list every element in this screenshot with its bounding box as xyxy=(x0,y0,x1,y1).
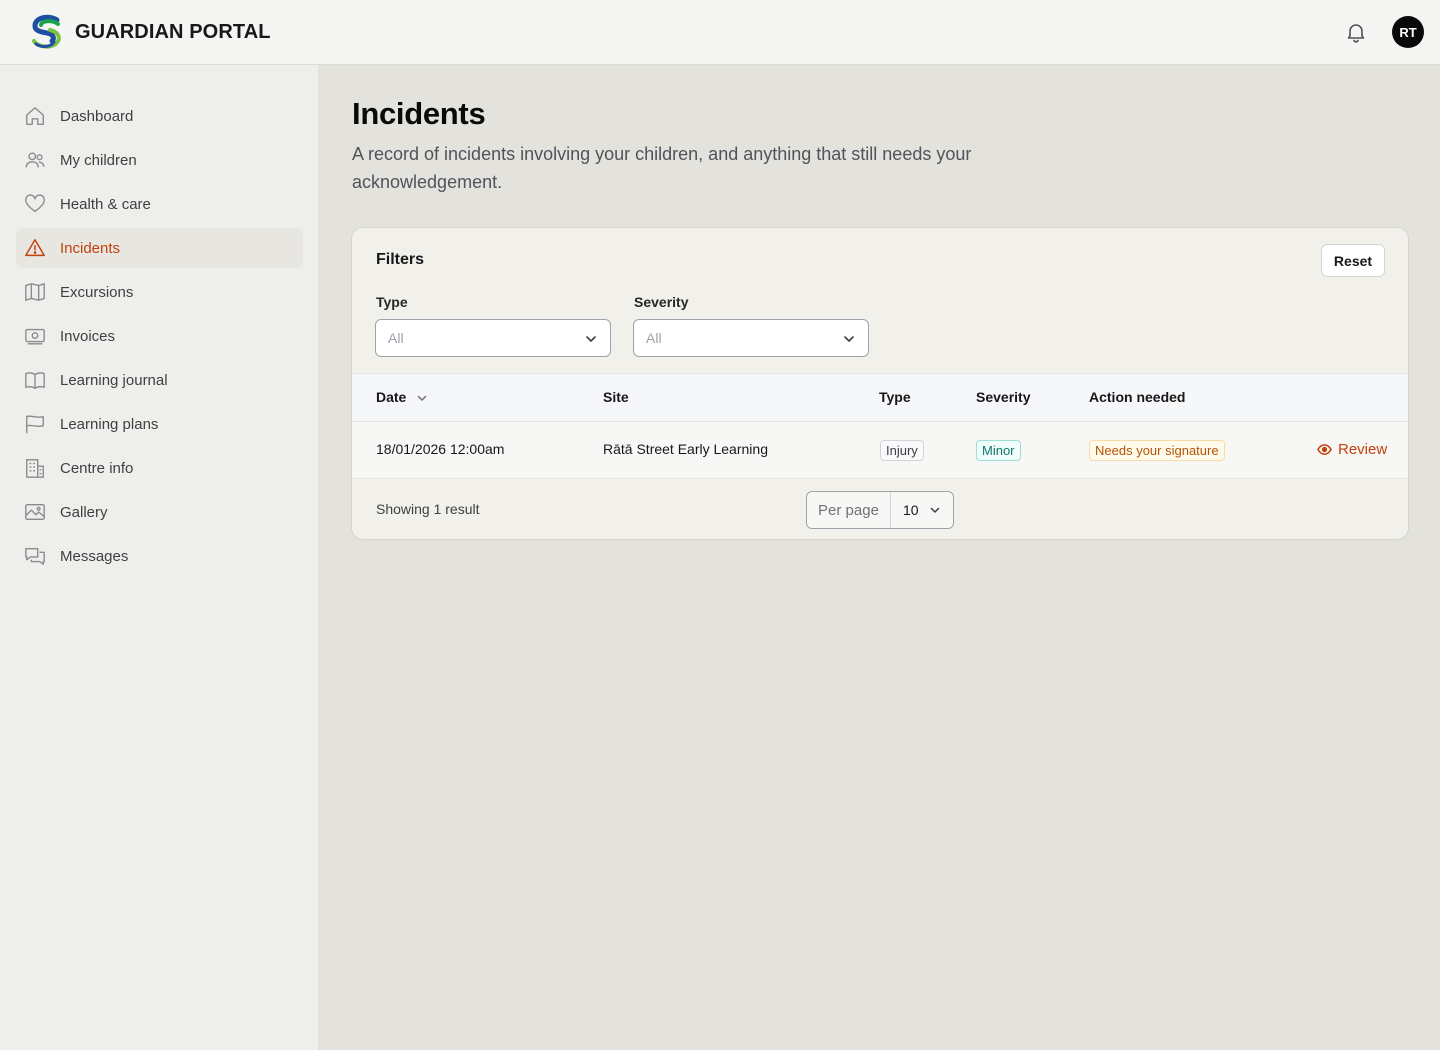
table-header: Date Site Type Severity Action needed xyxy=(352,373,1408,422)
chevron-down-icon xyxy=(586,336,596,342)
page-subtitle: A record of incidents involving your chi… xyxy=(352,144,972,192)
sidebar-item-gallery[interactable]: Gallery xyxy=(16,492,303,532)
sidebar-item-messages[interactable]: Messages xyxy=(16,536,303,576)
notifications-bell-icon[interactable] xyxy=(1344,20,1368,44)
flag-icon xyxy=(26,415,44,434)
sidebar-item-learning-plans[interactable]: Learning plans xyxy=(16,404,303,444)
sidebar-item-label: Excursions xyxy=(60,283,134,301)
map-icon xyxy=(25,283,45,301)
banknote-icon xyxy=(25,328,45,345)
sidebar-item-label: Centre info xyxy=(60,459,134,477)
eye-icon xyxy=(1317,444,1332,455)
sidebar-item-health-care[interactable]: Health & care xyxy=(16,184,303,224)
severity-filter-value: All xyxy=(646,330,662,346)
sidebar-item-label: Health & care xyxy=(60,195,151,213)
top-bar: GUARDIAN PORTAL RT xyxy=(0,0,1440,65)
warning-icon xyxy=(25,239,45,257)
sidebar-item-label: Learning plans xyxy=(60,415,159,433)
per-page-select[interactable]: 10 xyxy=(891,492,953,528)
column-header-date[interactable]: Date xyxy=(376,389,428,405)
per-page-value: 10 xyxy=(903,502,919,518)
column-header-label: Date xyxy=(376,389,407,405)
column-header-type: Type xyxy=(879,389,911,405)
book-icon xyxy=(25,372,45,389)
sidebar-item-excursions[interactable]: Excursions xyxy=(16,272,303,312)
brand-name: GUARDIAN PORTAL xyxy=(75,20,271,43)
brand[interactable]: GUARDIAN PORTAL xyxy=(28,14,271,50)
type-filter-select[interactable]: All xyxy=(375,319,611,357)
user-avatar[interactable]: RT xyxy=(1392,16,1424,48)
review-button[interactable]: Review xyxy=(1317,441,1387,458)
sidebar-item-label: Incidents xyxy=(60,239,121,257)
column-header-action-needed: Action needed xyxy=(1089,389,1186,405)
severity-filter-select[interactable]: All xyxy=(633,319,869,357)
page-title: Incidents xyxy=(352,96,486,131)
sidebar-item-label: Gallery xyxy=(60,503,108,521)
logo-icon xyxy=(32,14,61,49)
home-icon xyxy=(26,107,44,125)
incident-date: 18/01/2026 12:00am xyxy=(376,441,505,457)
action-needed-badge: Needs your signature xyxy=(1089,440,1225,461)
reset-button[interactable]: Reset xyxy=(1321,244,1385,277)
review-label: Review xyxy=(1338,441,1388,458)
incident-type-badge: Injury xyxy=(880,440,924,461)
image-icon xyxy=(25,503,45,521)
sidebar-item-label: My children xyxy=(60,151,137,169)
incident-site: Rātā Street Early Learning xyxy=(603,441,768,457)
type-filter-value: All xyxy=(388,330,404,346)
severity-badge: Minor xyxy=(976,440,1021,461)
sidebar-item-dashboard[interactable]: Dashboard xyxy=(16,96,303,136)
chat-icon xyxy=(25,547,45,565)
sort-chevron-down-icon xyxy=(418,396,427,402)
type-filter-label: Type xyxy=(376,294,408,310)
sidebar-item-invoices[interactable]: Invoices xyxy=(16,316,303,356)
severity-filter-label: Severity xyxy=(634,294,689,310)
column-header-site: Site xyxy=(603,389,629,405)
sidebar-item-label: Invoices xyxy=(60,327,116,345)
sidebar-item-my-children[interactable]: My children xyxy=(16,140,303,180)
chevron-down-icon xyxy=(930,507,940,513)
sidebar-item-learning-journal[interactable]: Learning journal xyxy=(16,360,303,400)
heart-icon xyxy=(25,194,45,213)
sidebar-item-centre-info[interactable]: Centre info xyxy=(16,448,303,488)
table-footer: Showing 1 result Per page 10 xyxy=(352,479,1408,539)
incidents-card: Filters Reset Type All Severity All Date… xyxy=(351,227,1409,540)
table-row[interactable]: 18/01/2026 12:00am Rātā Street Early Lea… xyxy=(352,422,1408,479)
per-page-label: Per page xyxy=(807,492,891,528)
sidebar-item-label: Dashboard xyxy=(60,107,134,125)
sidebar-item-label: Messages xyxy=(60,547,129,565)
sidebar-item-label: Learning journal xyxy=(60,371,168,389)
sidebar-item-incidents[interactable]: Incidents xyxy=(16,228,303,268)
chevron-down-icon xyxy=(844,336,854,342)
column-header-severity: Severity xyxy=(976,389,1031,405)
per-page-control: Per page 10 xyxy=(806,491,954,529)
users-icon xyxy=(25,152,45,168)
results-count: Showing 1 result xyxy=(376,501,480,517)
filters-title: Filters xyxy=(376,251,425,268)
sidebar-nav: Dashboard My children Health & care Inci… xyxy=(0,65,319,1050)
building-icon xyxy=(26,459,44,478)
